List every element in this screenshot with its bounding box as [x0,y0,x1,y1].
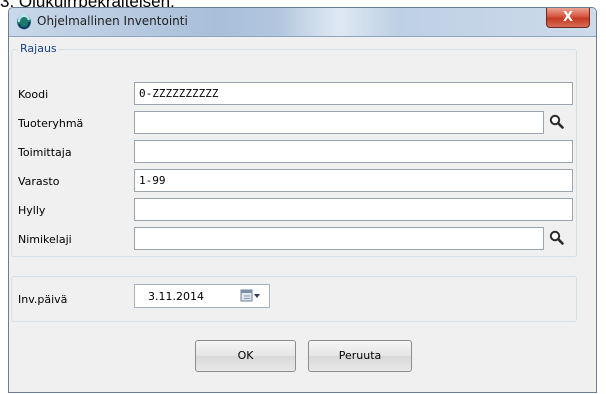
item-type-field[interactable] [134,227,544,250]
inventory-date-value: 3.11.2014 [148,290,204,303]
window-title: Ohjelmallinen Inventointi [37,14,188,28]
app-icon [17,14,31,30]
code-field[interactable]: 0-ZZZZZZZZZZ [134,82,573,105]
calendar-dropdown-icon[interactable] [240,288,262,304]
date-panel [11,276,577,322]
warehouse-label: Varasto [18,175,60,188]
shelf-label: Hylly [18,204,46,217]
close-button[interactable]: X [546,8,590,28]
magnifier-icon[interactable] [548,229,566,247]
shelf-field[interactable] [134,198,573,221]
close-icon: X [562,10,574,25]
cancel-button[interactable]: Peruuta [308,340,412,372]
product-group-label: Tuoteryhmä [18,117,84,130]
supplier-label: Toimittaja [18,146,72,159]
product-group-field[interactable] [134,111,544,134]
warehouse-field[interactable]: 1-99 [134,169,573,192]
code-label: Koodi [18,88,49,101]
filter-group-title: Rajaus [18,42,59,55]
supplier-field[interactable] [134,140,573,163]
item-type-label: Nimikelaji [18,233,72,246]
title-bar[interactable]: Ohjelmallinen Inventointi X [9,8,596,37]
inventory-date-label: Inv.päivä [18,293,68,306]
magnifier-icon[interactable] [548,113,566,131]
ok-button[interactable]: OK [195,340,296,372]
